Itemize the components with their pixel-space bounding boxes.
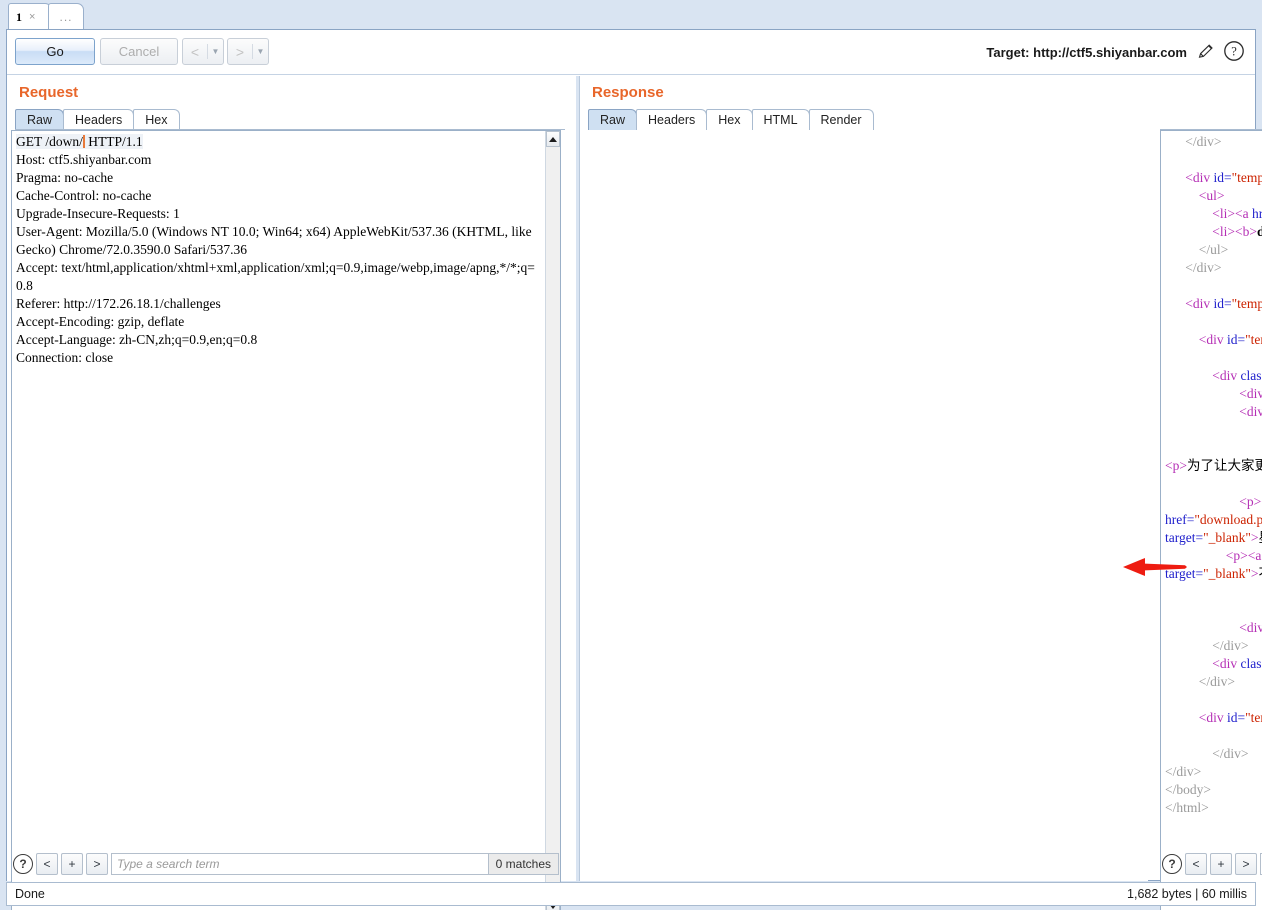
scroll-up-icon[interactable] — [546, 131, 560, 147]
request-header: Accept-Language: zh-CN,zh;q=0.9,en;q=0.8 — [16, 332, 258, 347]
close-icon[interactable]: × — [29, 11, 35, 23]
request-line-path: GET /down/ — [16, 134, 83, 149]
search-help-icon[interactable]: ? — [1162, 854, 1182, 874]
tab-request-headers[interactable]: Headers — [63, 109, 135, 130]
target-label: Target: http://ctf5.shiyanbar.com — [986, 45, 1187, 60]
go-button[interactable]: Go — [15, 38, 95, 65]
wrapper-div-id: templatemo_content_wrapper — [1237, 296, 1262, 311]
tab-response-html[interactable]: HTML — [751, 109, 810, 130]
repeater-new-tab-label: ... — [59, 10, 73, 24]
chevron-down-icon: ▼ — [256, 47, 265, 56]
control-bar: Go Cancel < ▼ > ▼ Target: http://ctf5.sh… — [7, 30, 1255, 75]
repeater-new-tab[interactable]: ... — [48, 3, 84, 30]
content-div-id: templatemo_content — [1250, 332, 1262, 347]
burp-repeater-window: 1 × ... Go Cancel < ▼ > ▼ Target: http:/… — [0, 0, 1262, 910]
request-header: Pragma: no-cache — [16, 170, 114, 185]
request-pane: Request Raw Headers Hex GET /down/ HTTP/… — [7, 76, 576, 910]
request-header: Accept: text/html,application/xhtml+xml,… — [16, 260, 535, 293]
request-match-count: 0 matches — [488, 853, 559, 875]
request-header: Cache-Control: no-cache — [16, 188, 152, 203]
status-left-text: Done — [15, 887, 45, 901]
forward-button: > ▼ — [227, 38, 269, 65]
request-search-bar: ? < + > 0 matches — [13, 851, 559, 877]
menu-item-down: down — [1257, 224, 1262, 239]
footer-div-id: templatemo_footer — [1250, 710, 1262, 725]
tab-response-render[interactable]: Render — [808, 109, 874, 130]
back-arrow-icon: < — [190, 43, 200, 60]
search-next-button[interactable]: > — [86, 853, 108, 875]
response-editor-text[interactable]: </div> <div id="templatemo_menu"> <ul> <… — [1161, 131, 1262, 910]
help-icon[interactable]: ? — [1223, 40, 1245, 65]
target-area: Target: http://ctf5.shiyanbar.com ? — [986, 40, 1245, 65]
status-bar: Done 1,682 bytes | 60 millis — [6, 882, 1256, 906]
back-button: < ▼ — [182, 38, 224, 65]
paragraph-text: 为了让大家更轻松的比赛，为大家准备了两首歌让大家下载 — [1186, 458, 1262, 473]
request-header: Accept-Encoding: gzip, deflate — [16, 314, 185, 329]
repeater-tab-strip: 1 × ... — [0, 0, 1262, 30]
tab-response-raw[interactable]: Raw — [588, 109, 638, 130]
repeater-frame: Go Cancel < ▼ > ▼ Target: http://ctf5.sh… — [6, 29, 1262, 910]
request-editor-text[interactable]: GET /down/ HTTP/1.1 Host: ctf5.shiyanbar… — [12, 131, 545, 910]
request-header: Host: ctf5.shiyanbar.com — [16, 152, 152, 167]
status-right-text: 1,682 bytes | 60 millis — [1127, 887, 1247, 901]
search-help-icon[interactable]: ? — [13, 854, 33, 874]
request-vertical-scrollbar[interactable] — [545, 131, 560, 910]
response-search-bar: ? < + > 0 matches — [1162, 851, 1262, 877]
request-tabs: Raw Headers Hex — [15, 108, 180, 130]
response-pane: Response Raw Headers Hex HTML Render </d… — [579, 76, 1262, 910]
repeater-tab-1[interactable]: 1 × — [8, 3, 52, 30]
link1-href: download.php?url=eGluZ3hpbmdkaWFuZGVuZy5… — [1199, 512, 1262, 527]
chevron-down-icon: ▼ — [211, 47, 220, 56]
request-header: Upgrade-Insecure-Requests: 1 — [16, 206, 180, 221]
request-line-version: HTTP/1.1 — [84, 134, 143, 149]
forward-arrow-icon: > — [235, 43, 245, 60]
search-add-button[interactable]: + — [1210, 853, 1232, 875]
request-search-input[interactable] — [111, 853, 489, 875]
request-editor[interactable]: GET /down/ HTTP/1.1 Host: ctf5.shiyanbar… — [11, 130, 561, 910]
link2-target: _blank — [1208, 566, 1246, 581]
request-header: Connection: close — [16, 350, 114, 365]
search-add-button[interactable]: + — [61, 853, 83, 875]
search-next-button[interactable]: > — [1235, 853, 1257, 875]
tab-request-hex[interactable]: Hex — [133, 109, 180, 130]
tab-response-headers[interactable]: Headers — [636, 109, 708, 130]
link2-text: 不想长大 — [1259, 566, 1262, 581]
menu-div-id: templatemo_menu — [1237, 170, 1262, 185]
search-prev-button[interactable]: < — [1185, 853, 1207, 875]
response-tabs: Raw Headers Hex HTML Render — [588, 108, 874, 130]
pencil-icon[interactable] — [1195, 41, 1215, 64]
search-prev-button[interactable]: < — [36, 853, 58, 875]
tab-response-hex[interactable]: Hex — [706, 109, 753, 130]
svg-text:?: ? — [1231, 45, 1237, 59]
link1-target: _blank — [1208, 530, 1246, 545]
response-editor[interactable]: </div> <div id="templatemo_menu"> <ul> <… — [1160, 130, 1262, 910]
cancel-button: Cancel — [100, 38, 178, 65]
link1-text: 星星点灯 — [1259, 530, 1262, 545]
request-title: Request — [19, 84, 79, 101]
request-header: User-Agent: Mozilla/5.0 (Windows NT 10.0… — [16, 224, 535, 257]
response-title: Response — [592, 84, 664, 101]
request-header: Referer: http://172.26.18.1/challenges — [16, 296, 221, 311]
repeater-tab-1-label: 1 — [16, 9, 22, 24]
tab-request-raw[interactable]: Raw — [15, 109, 65, 130]
